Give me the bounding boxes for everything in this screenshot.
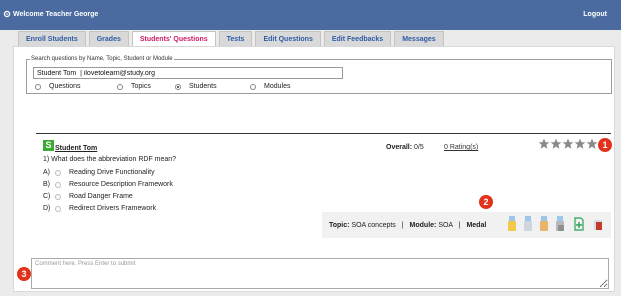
overall-label: Overall: [386,144,413,151]
student-name-link[interactable]: Student Tom [55,145,97,152]
question-text: 1) What does the abbreviation RDF mean? [43,156,177,163]
tab-messages[interactable]: Messages [394,31,444,47]
answer-option[interactable]: B) Resource Description Framework [43,181,173,188]
radio-button[interactable] [35,83,41,90]
student-badge: S [43,140,54,151]
report-icon[interactable] [591,216,603,232]
answer-option[interactable]: C) Road Danger Frame [43,193,133,200]
ratings-link[interactable]: 0 Rating(s) [444,144,478,151]
answer-letter: A) [43,169,50,176]
medal-silver-icon[interactable] [523,216,533,232]
tab-edit-feedbacks[interactable]: Edit Feedbacks [323,31,392,47]
separator: | [458,222,461,229]
topic-value: SOA concepts [351,222,396,229]
question-meta: Topic: SOA concepts | Module: SOA | Meda… [329,222,486,229]
radio-label: Questions [49,83,81,90]
answer-radio[interactable] [55,193,61,200]
medal-gold-icon[interactable] [507,216,517,232]
welcome-text: Welcome Teacher George [13,11,99,18]
tab-edit-questions[interactable]: Edit Questions [255,31,321,47]
radio-label: Topics [131,83,151,90]
answer-radio[interactable] [55,181,61,188]
tab-grades[interactable]: Grades [88,31,129,47]
search-input[interactable] [33,67,343,79]
medal-label: Medal [466,222,487,229]
question-divider [36,133,611,134]
radio-button-selected[interactable] [175,83,181,90]
medal-icons [507,216,609,232]
answer-option[interactable]: A) Reading Drive Functionality [43,169,155,176]
answer-text: Redirect Drivers Framework [69,205,157,212]
gear-icon [3,10,11,18]
star-icon[interactable] [562,138,574,150]
answer-text: Resource Description Framework [69,181,173,188]
radio-label: Students [189,83,217,90]
answer-radio[interactable] [55,205,61,212]
radio-topics[interactable]: Topics [117,82,151,91]
overall-value: 0/5 [414,144,424,151]
star-icon[interactable] [574,138,586,150]
tab-enroll-students[interactable]: Enroll Students [18,31,86,47]
comment-input[interactable] [31,258,609,289]
star-rating[interactable] [538,138,598,150]
overall-score: Overall: 0/5 [386,144,424,151]
module-value: SOA [438,222,453,229]
medal-bronze-icon[interactable] [539,216,549,232]
answer-text: Road Danger Frame [69,193,133,200]
star-icon[interactable] [550,138,562,150]
medal-stack-icon[interactable] [555,216,565,232]
top-bar: Welcome Teacher George Logout [0,0,621,30]
star-icon[interactable] [538,138,550,150]
tab-tests[interactable]: Tests [218,31,253,47]
star-icon[interactable] [586,138,598,150]
answer-text: Reading Drive Functionality [69,169,155,176]
radio-label: Modules [264,83,291,90]
radio-modules[interactable]: Modules [250,82,290,91]
annotation-marker-1: 1 [598,138,612,152]
topic-label: Topic: [329,222,350,229]
annotation-marker-2: 2 [479,195,493,209]
radio-questions[interactable]: Questions [35,82,81,91]
radio-button[interactable] [117,83,123,90]
module-label: Module: [409,222,437,229]
separator: | [401,222,404,229]
radio-button[interactable] [250,83,256,90]
answer-radio[interactable] [55,169,61,176]
tab-students-questions[interactable]: Students' Questions [131,31,216,47]
logout-link[interactable]: Logout [583,11,607,18]
search-legend: Search questions by Name, Topic, Student… [31,56,173,62]
tab-bar: Enroll Students Grades Students' Questio… [18,31,447,47]
answer-letter: C) [43,193,51,200]
annotation-marker-3: 3 [17,267,31,281]
add-file-icon[interactable] [573,216,585,232]
answer-letter: B) [43,181,50,188]
radio-students[interactable]: Students [175,82,217,91]
answer-option[interactable]: D) Redirect Drivers Framework [43,205,156,212]
answer-letter: D) [43,205,51,212]
